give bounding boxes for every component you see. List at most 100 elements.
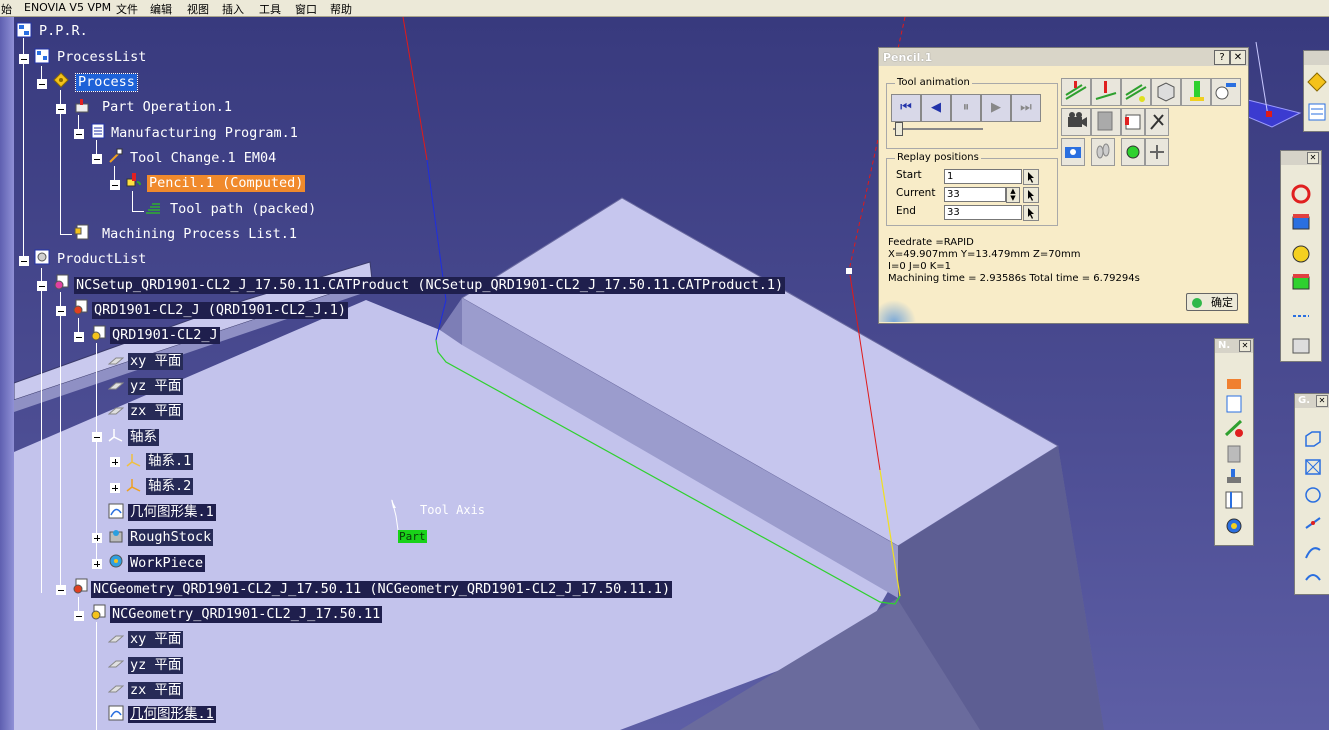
current-spinner-icon[interactable]: ▲ ▼ — [1006, 187, 1020, 203]
tree-node-process-list[interactable]: ProcessList — [55, 49, 148, 66]
operation-icon[interactable] — [1223, 371, 1245, 393]
toolbar-n-title[interactable]: N. ✕ — [1215, 339, 1253, 353]
tree-node-machining-process-list[interactable]: Machining Process List.1 — [100, 226, 299, 243]
end-field[interactable]: 33 — [944, 205, 1022, 220]
collapse-icon[interactable] — [19, 54, 29, 64]
toolbar-right-title[interactable]: ✕ — [1281, 151, 1321, 165]
program-icon[interactable] — [1223, 393, 1245, 415]
capture-icon[interactable] — [1061, 138, 1085, 166]
dialog-title-bar[interactable]: Pencil.1 ? ✕ — [879, 48, 1248, 66]
box-cross-icon[interactable] — [1302, 456, 1324, 478]
report-icon[interactable] — [1091, 108, 1121, 136]
tree-node-yz-plane-2[interactable]: yz 平面 — [128, 657, 184, 674]
menu-view[interactable]: 视图 — [187, 1, 209, 17]
dash-line-icon[interactable] — [1290, 305, 1312, 327]
tree-node-ncgeometry-part[interactable]: NCGeometry_QRD1901-CL2_J_17.50.11 — [110, 606, 383, 623]
tree-node-ncgeometry-instance[interactable]: NCGeometry_QRD1901-CL2_J_17.50.11 (NCGeo… — [91, 581, 673, 598]
process-icon[interactable] — [1306, 71, 1328, 93]
collapse-icon[interactable] — [37, 79, 47, 89]
menu-help[interactable]: 帮助 — [330, 1, 352, 17]
cutter-icon[interactable] — [1181, 78, 1211, 106]
video-icon[interactable] — [1061, 108, 1091, 136]
collapse-icon[interactable] — [110, 180, 120, 190]
tree-node-process[interactable]: Process — [75, 73, 138, 92]
tool-icon[interactable] — [1223, 417, 1245, 439]
box-icon[interactable] — [1302, 428, 1324, 450]
tool-clash-icon[interactable] — [1145, 108, 1169, 136]
expand-icon[interactable] — [110, 457, 120, 467]
part-green-icon[interactable] — [1290, 271, 1312, 293]
end-picker-icon[interactable] — [1023, 205, 1039, 221]
stock-icon[interactable] — [1290, 211, 1312, 233]
animation-slider-thumb[interactable] — [894, 122, 903, 136]
edit-path-icon[interactable] — [1211, 78, 1241, 106]
ok-button[interactable]: 确定 — [1186, 293, 1238, 311]
analysis-icon[interactable] — [1290, 335, 1312, 357]
tree-node-part-operation[interactable]: Part Operation.1 — [100, 99, 234, 116]
start-picker-icon[interactable] — [1023, 169, 1039, 185]
tree-node-product-list[interactable]: ProductList — [55, 251, 148, 268]
display-tool-path-icon[interactable] — [1061, 78, 1091, 106]
curve-icon[interactable] — [1302, 540, 1324, 562]
tree-node-zx-plane[interactable]: zx 平面 — [128, 403, 184, 420]
collapse-icon[interactable] — [56, 104, 66, 114]
menu-tools[interactable]: 工具 — [259, 1, 281, 17]
current-picker-icon[interactable] — [1023, 187, 1039, 203]
tree-node-ncsetup[interactable]: NCSetup_QRD1901-CL2_J_17.50.11.CATProduc… — [74, 277, 786, 294]
tool-motion-icon[interactable] — [1121, 138, 1145, 166]
toolbar-g-title[interactable]: G. ✕ — [1295, 394, 1329, 408]
start-field[interactable]: 1 — [944, 169, 1022, 184]
boundary-icon[interactable] — [1302, 566, 1324, 588]
collapse-icon[interactable] — [56, 306, 66, 316]
point-display-icon[interactable] — [1091, 78, 1121, 106]
pause-button[interactable]: ⏸ — [951, 94, 981, 122]
expand-icon[interactable] — [110, 483, 120, 493]
tree-node-qrd-part[interactable]: QRD1901-CL2_J — [110, 327, 220, 344]
help-button[interactable]: ? — [1214, 50, 1230, 65]
tree-node-xy-plane-2[interactable]: xy 平面 — [128, 631, 184, 648]
tree-node-axis-system-2[interactable]: 轴系.2 — [146, 478, 194, 495]
menu-insert[interactable]: 插入 — [222, 1, 244, 17]
tree-node-pencil[interactable]: Pencil.1 (Computed) — [147, 175, 306, 192]
tree-node-ppr[interactable]: P.P.R. — [37, 23, 90, 40]
collapse-icon[interactable] — [92, 432, 102, 442]
tree-node-workpiece[interactable]: WorkPiece — [128, 555, 206, 572]
footprint-icon[interactable] — [1091, 138, 1115, 166]
tree-node-geometric-set-2[interactable]: 几何图形集.1 — [128, 706, 216, 723]
collapse-icon[interactable] — [74, 611, 84, 621]
menu-start[interactable]: 始 — [1, 1, 12, 17]
menu-file[interactable]: 文件 — [116, 1, 138, 17]
collapse-icon[interactable] — [37, 281, 47, 291]
menu-enovia[interactable]: ENOVIA V5 VPM — [24, 1, 111, 14]
table-icon[interactable] — [1223, 489, 1245, 511]
tree-node-geometric-set[interactable]: 几何图形集.1 — [128, 504, 216, 521]
part-yellow-icon[interactable] — [1290, 243, 1312, 265]
tree-node-tool-path[interactable]: Tool path (packed) — [168, 201, 318, 218]
point-icon[interactable] — [1302, 512, 1324, 534]
collapse-icon[interactable] — [74, 129, 84, 139]
tree-node-manufacturing-program[interactable]: Manufacturing Program.1 — [109, 125, 300, 142]
collapse-icon[interactable] — [56, 585, 66, 595]
fast-forward-button[interactable]: ⏭ — [1011, 94, 1041, 122]
compare-icon[interactable] — [1145, 138, 1169, 166]
collapse-icon[interactable] — [92, 154, 102, 164]
collapse-icon[interactable] — [19, 256, 29, 266]
rewind-button[interactable]: ⏮ — [891, 94, 921, 122]
surface-icon[interactable] — [1302, 484, 1324, 506]
doc-icon[interactable] — [1223, 443, 1245, 465]
tree-node-rough-stock[interactable]: RoughStock — [128, 529, 214, 546]
tree-node-yz-plane[interactable]: yz 平面 — [128, 378, 184, 395]
gear-icon[interactable] — [1223, 515, 1245, 537]
list-icon[interactable] — [1306, 101, 1328, 123]
ring-icon[interactable] — [1290, 183, 1312, 205]
tree-node-zx-plane-2[interactable]: zx 平面 — [128, 682, 184, 699]
tree-node-qrd-instance[interactable]: QRD1901-CL2_J (QRD1901-CL2_J.1) — [92, 302, 348, 319]
material-removal-icon[interactable] — [1151, 78, 1181, 106]
animation-slider-track[interactable] — [893, 128, 983, 130]
toolbar-top-right-title[interactable] — [1304, 51, 1329, 65]
tool-path-list-icon[interactable] — [1121, 108, 1145, 136]
tree-node-tool-change[interactable]: Tool Change.1 EM04 — [128, 150, 278, 167]
menu-window[interactable]: 窗口 — [295, 1, 317, 17]
tree-node-axis-system-1[interactable]: 轴系.1 — [146, 453, 194, 470]
step-forward-button[interactable]: ▶ — [981, 94, 1011, 122]
